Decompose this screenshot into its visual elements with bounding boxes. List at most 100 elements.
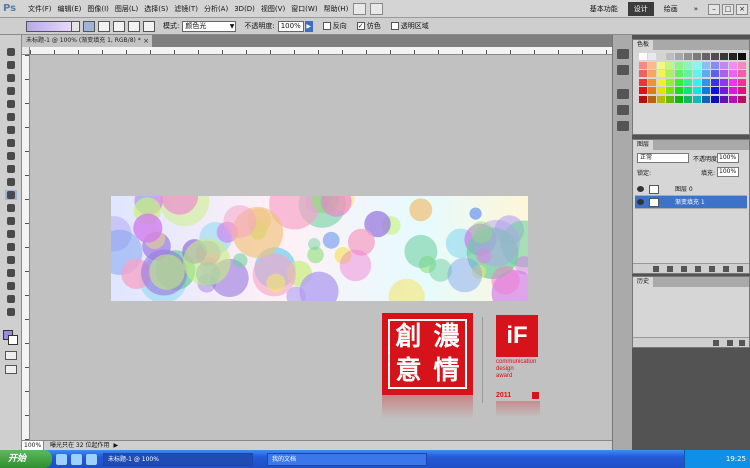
quick-select-tool-icon[interactable]: [5, 86, 17, 96]
actions-panel-icon[interactable]: [617, 65, 629, 75]
menu-help[interactable]: 帮助(H): [321, 0, 352, 18]
zoom-level-field[interactable]: 100%: [22, 441, 44, 450]
color-swatch[interactable]: [666, 61, 674, 69]
color-swatch[interactable]: [711, 53, 719, 60]
color-swatch[interactable]: [648, 70, 656, 77]
color-swatch[interactable]: [711, 95, 719, 103]
minimize-icon[interactable]: –: [708, 3, 720, 15]
ie-icon[interactable]: [56, 453, 67, 465]
fill-input[interactable]: 100%: [717, 167, 739, 177]
color-swatch[interactable]: [702, 78, 710, 86]
color-swatch[interactable]: [702, 95, 710, 103]
color-swatch[interactable]: [738, 53, 746, 60]
color-swatch[interactable]: [675, 78, 683, 86]
mode-select[interactable]: 颜色光 ▼: [182, 20, 237, 32]
color-swatch[interactable]: [684, 70, 692, 77]
color-swatch[interactable]: [711, 70, 719, 77]
radial-gradient-icon[interactable]: [98, 20, 110, 32]
gradient-tool-icon[interactable]: [5, 190, 17, 200]
color-swatch[interactable]: [729, 70, 737, 77]
color-swatch[interactable]: [693, 95, 701, 103]
eye-icon[interactable]: [637, 199, 644, 205]
menu-edit[interactable]: 编辑(E): [55, 0, 85, 18]
minibridge-icon[interactable]: [370, 2, 384, 15]
mask-icon[interactable]: [681, 266, 687, 272]
color-swatch[interactable]: [738, 87, 746, 94]
new-layer-icon[interactable]: [723, 266, 729, 272]
color-swatch[interactable]: [684, 53, 692, 60]
document-tab[interactable]: 未标题-1 @ 100% (渐变填充 1, RGB/8) * ×: [22, 35, 152, 47]
dither-checkbox[interactable]: ✓ 仿色: [356, 21, 381, 31]
color-swatch[interactable]: [720, 78, 728, 86]
color-swatch[interactable]: [639, 87, 647, 94]
color-swatch[interactable]: [648, 61, 656, 69]
color-swatch[interactable]: [684, 87, 692, 94]
start-button[interactable]: 开始: [0, 450, 52, 468]
reverse-checkbox[interactable]: 反向: [322, 21, 347, 31]
color-swatch[interactable]: [648, 78, 656, 86]
color-swatch[interactable]: [693, 87, 701, 94]
color-swatch[interactable]: [648, 53, 656, 60]
zoom-tool-icon[interactable]: [5, 307, 17, 317]
brush-panel-icon[interactable]: [617, 121, 629, 131]
color-swatch[interactable]: [738, 61, 746, 69]
color-swatch[interactable]: [639, 78, 647, 86]
marquee-tool-icon[interactable]: [5, 60, 17, 70]
folder-icon[interactable]: [709, 266, 715, 272]
color-swatch[interactable]: [702, 87, 710, 94]
lasso-tool-icon[interactable]: [5, 73, 17, 83]
fx-icon[interactable]: [667, 266, 673, 272]
workspace-basic[interactable]: 基本功能: [584, 2, 624, 16]
color-swatch[interactable]: [666, 95, 674, 103]
color-swatch[interactable]: [639, 61, 647, 69]
character-panel-icon[interactable]: [617, 89, 629, 99]
color-swatch[interactable]: [657, 95, 665, 103]
trash-icon[interactable]: [737, 266, 743, 272]
color-swatch[interactable]: [693, 61, 701, 69]
menu-layer[interactable]: 图层(L): [112, 0, 141, 18]
clock[interactable]: 19:25: [726, 455, 746, 463]
3d-rotate-tool-icon[interactable]: [5, 281, 17, 291]
color-swatch[interactable]: [693, 70, 701, 77]
menu-select[interactable]: 选择(S): [141, 0, 171, 18]
color-swatch[interactable]: [702, 53, 710, 60]
history-panel-icon[interactable]: [617, 49, 629, 59]
color-swatch[interactable]: [666, 78, 674, 86]
healing-tool-icon[interactable]: [5, 125, 17, 135]
tab-swatches[interactable]: 色板: [633, 40, 654, 50]
workspace-more[interactable]: »: [688, 2, 704, 16]
swatch-grid[interactable]: [639, 53, 746, 105]
workspace-design[interactable]: 设计: [627, 2, 654, 16]
pen-tool-icon[interactable]: [5, 229, 17, 239]
type-tool-icon[interactable]: [5, 242, 17, 252]
color-swatch[interactable]: [675, 70, 683, 77]
path-select-tool-icon[interactable]: [5, 255, 17, 265]
camera-icon[interactable]: [727, 340, 733, 346]
color-swatch[interactable]: [720, 95, 728, 103]
color-swatch[interactable]: [693, 78, 701, 86]
history-brush-tool-icon[interactable]: [5, 164, 17, 174]
color-swatch[interactable]: [711, 78, 719, 86]
color-swatch[interactable]: [693, 53, 701, 60]
maximize-icon[interactable]: □: [722, 3, 734, 15]
tab-history[interactable]: 历史: [633, 277, 654, 287]
color-swatch[interactable]: [675, 95, 683, 103]
taskbar-item-documents[interactable]: 我的文档: [267, 452, 427, 466]
blend-mode-select[interactable]: 正常: [637, 153, 689, 163]
diamond-gradient-icon[interactable]: [143, 20, 155, 32]
paragraph-panel-icon[interactable]: [617, 105, 629, 115]
status-menu-icon[interactable]: ▶: [113, 441, 118, 450]
color-swatch[interactable]: [639, 70, 647, 77]
stamp-tool-icon[interactable]: [5, 151, 17, 161]
color-swatch[interactable]: [729, 61, 737, 69]
color-swatch[interactable]: [729, 95, 737, 103]
menu-window[interactable]: 窗口(W): [288, 0, 320, 18]
eyedropper-tool-icon[interactable]: [5, 112, 17, 122]
bridge-icon[interactable]: [353, 2, 367, 15]
taskbar-item-photoshop[interactable]: 未标题-1 @ 100%: [103, 452, 253, 466]
color-swatch[interactable]: [675, 61, 683, 69]
trash-icon[interactable]: [739, 340, 745, 346]
link-icon[interactable]: [653, 266, 659, 272]
move-tool-icon[interactable]: [5, 47, 17, 57]
transparency-checkbox[interactable]: 透明区域: [390, 21, 429, 31]
